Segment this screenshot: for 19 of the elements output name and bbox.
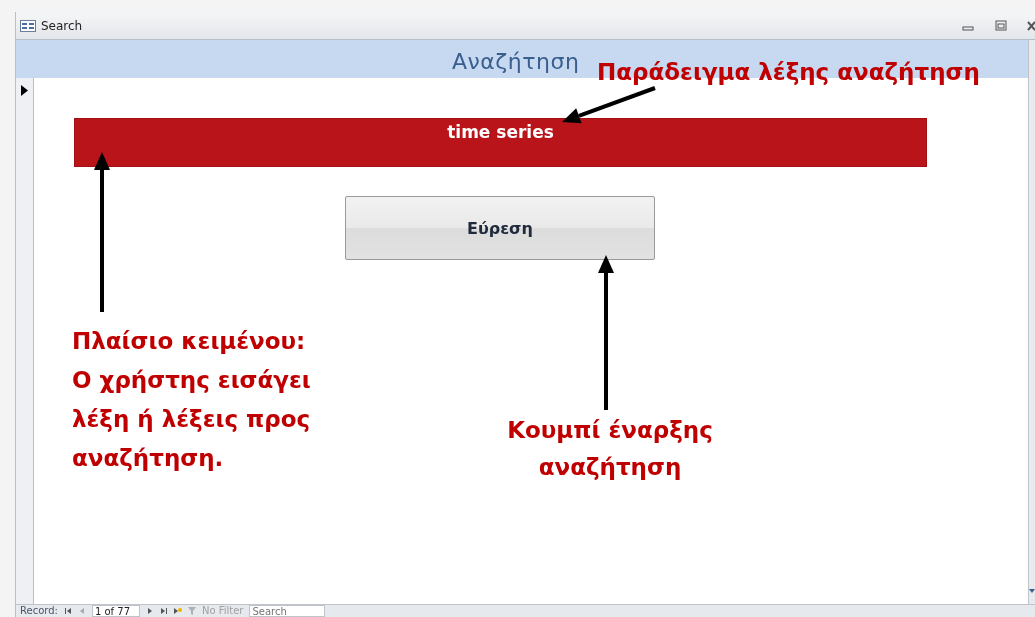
form-header: Αναζήτηση [452, 49, 580, 74]
first-record-icon[interactable] [63, 607, 72, 615]
restore-icon[interactable] [994, 19, 1008, 32]
annotation-text: Κουμπί έναρξης αναζήτηση [506, 416, 714, 482]
record-label: Record: [20, 605, 58, 617]
record-position-field[interactable]: 1 of 77 [91, 605, 140, 617]
annotation-text: Παράδειγμα λέξης αναζήτηση [597, 58, 980, 87]
form-icon [20, 19, 36, 32]
new-record-icon[interactable] [173, 607, 182, 615]
filter-icon [187, 607, 196, 615]
last-record-icon[interactable] [159, 607, 168, 615]
search-field[interactable]: time series [74, 118, 927, 167]
annotation-text: Πλαίσιο κειμένου: Ο χρήστης εισάγει λέξη ή λέξεις προς αναζήτηση. [72, 327, 311, 473]
record-pointer-icon [21, 85, 28, 96]
close-icon[interactable] [1027, 19, 1035, 32]
window-title: Search [41, 18, 84, 33]
find-button[interactable]: Εύρεση [345, 196, 655, 260]
next-record-icon[interactable] [145, 607, 154, 615]
search-box[interactable]: Search [249, 605, 326, 617]
